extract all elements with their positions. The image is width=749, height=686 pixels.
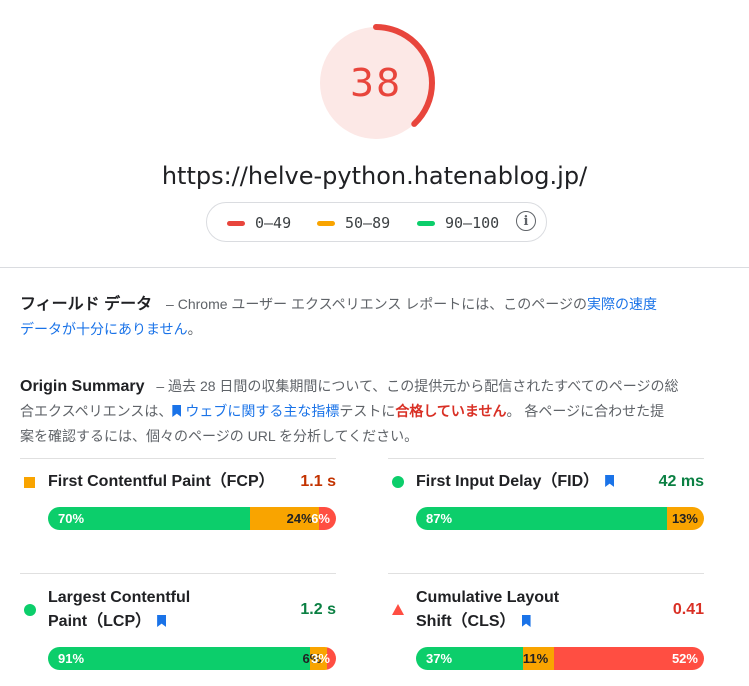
- metric-divider: [388, 458, 704, 459]
- real-speed-link[interactable]: 実際の速度: [587, 296, 657, 312]
- performance-score: 38: [349, 61, 403, 105]
- legend-item-pass: 90–100: [417, 214, 499, 232]
- field-data-text: Chrome ユーザー エクスペリエンス レポートには、このページの: [177, 296, 587, 312]
- legend-pass-label: 90–100: [445, 214, 500, 232]
- core-web-vitals-link[interactable]: ウェブに関する主な指標: [185, 403, 339, 419]
- field-data-title: フィールド データ: [20, 296, 153, 313]
- score-legend: 0–49 50–89 90–100 i: [206, 202, 547, 242]
- origin-summary-text3: 案を確認するには、個々のページの URL を分析してください。: [20, 428, 419, 444]
- legend-fail-swatch: [227, 220, 245, 226]
- metric-name-line2: Shift（CLS）: [416, 613, 516, 630]
- metric-name-text: First Input Delay（FID）: [416, 473, 600, 490]
- good-circle-icon: [392, 476, 404, 488]
- distribution-bar: 70% 24% 6%: [48, 507, 336, 530]
- distribution-bar: 37% 11% 52%: [416, 647, 704, 670]
- legend-fail-label: 0–49: [255, 214, 292, 232]
- bookmark-icon: [605, 475, 615, 487]
- metric-value: 1.2 s: [300, 601, 336, 618]
- bookmark-icon: [172, 405, 182, 417]
- field-data-end: 。: [187, 321, 202, 337]
- origin-summary-text2a: 合エクスペリエンスは、: [20, 403, 173, 419]
- bookmark-icon: [157, 615, 167, 627]
- distribution-bar: 91%6%3%: [48, 647, 336, 670]
- metric-lcp: Largest Contentful Paint（LCP） 1.2 s 91% 6…: [20, 573, 336, 673]
- poor-triangle-icon: [392, 604, 404, 615]
- metric-divider: [20, 573, 336, 574]
- good-circle-icon: [24, 604, 36, 616]
- metric-name: First Input Delay（FID）: [416, 470, 615, 494]
- distribution-segment: 37%: [416, 647, 523, 670]
- legend-pass-swatch: [417, 220, 435, 226]
- insufficient-data-link[interactable]: データが十分にありません: [20, 321, 188, 337]
- origin-summary-section: Origin Summary – 過去 28 日間の収集期間について、この提供元…: [20, 374, 690, 449]
- metric-cls: Cumulative Layout Shift（CLS） 0.41 37% 11%…: [388, 573, 704, 673]
- metric-fcp: First Contentful Paint（FCP） 1.1 s 70% 24%…: [20, 458, 336, 538]
- metric-fid: First Input Delay（FID） 42 ms 87% 13%: [388, 458, 704, 538]
- distribution-segment: 3%: [311, 647, 336, 670]
- distribution-segment: 87%: [416, 507, 667, 530]
- metric-value: 42 ms: [658, 473, 704, 490]
- distribution-segment: 6%: [311, 507, 336, 530]
- distribution-bar: 87% 13%: [416, 507, 704, 530]
- distribution-segment: 52%: [554, 647, 704, 670]
- distribution-segment: 24%: [249, 507, 319, 530]
- field-data-section: フィールド データ – Chrome ユーザー エクスペリエンス レポートには、…: [20, 292, 720, 342]
- metric-name: Largest Contentful Paint（LCP）: [48, 586, 190, 634]
- score-gauge: 38: [316, 23, 436, 143]
- legend-item-average: 50–89: [317, 214, 390, 232]
- info-icon[interactable]: i: [516, 211, 536, 231]
- metric-name-line1: Cumulative Layout: [416, 589, 560, 606]
- distribution-segment: 13%: [666, 507, 704, 530]
- legend-average-swatch: [317, 220, 335, 226]
- divider: [0, 267, 749, 268]
- analyzed-url: https://helve-python.hatenablog.jp/: [161, 162, 588, 190]
- origin-summary-text1: – 過去 28 日間の収集期間について、この提供元から配信されたすべてのページの…: [156, 378, 679, 394]
- metric-value: 1.1 s: [300, 473, 336, 490]
- metric-name-line1: Largest Contentful: [48, 589, 191, 606]
- distribution-segment: 91%: [48, 647, 311, 670]
- metric-divider: [388, 573, 704, 574]
- metric-value: 0.41: [672, 601, 704, 618]
- legend-average-label: 50–89: [345, 214, 391, 232]
- distribution-segment: 11%: [522, 647, 555, 670]
- legend-item-fail: 0–49: [227, 214, 291, 232]
- origin-summary-text2b: テストに: [339, 403, 396, 419]
- assessment-fail-text: 合格していません: [395, 403, 507, 419]
- metric-name: Cumulative Layout Shift（CLS）: [416, 586, 559, 634]
- origin-summary-text2c: 。 各ページに合わせた提: [506, 403, 665, 419]
- distribution-segment: 70%: [48, 507, 250, 530]
- average-square-icon: [24, 477, 35, 488]
- bookmark-icon: [521, 615, 531, 627]
- field-data-dash: –: [166, 296, 174, 312]
- metric-name: First Contentful Paint（FCP）: [48, 473, 275, 490]
- origin-summary-title: Origin Summary: [20, 378, 145, 395]
- metric-divider: [20, 458, 336, 459]
- metric-name-line2: Paint（LCP）: [48, 613, 152, 630]
